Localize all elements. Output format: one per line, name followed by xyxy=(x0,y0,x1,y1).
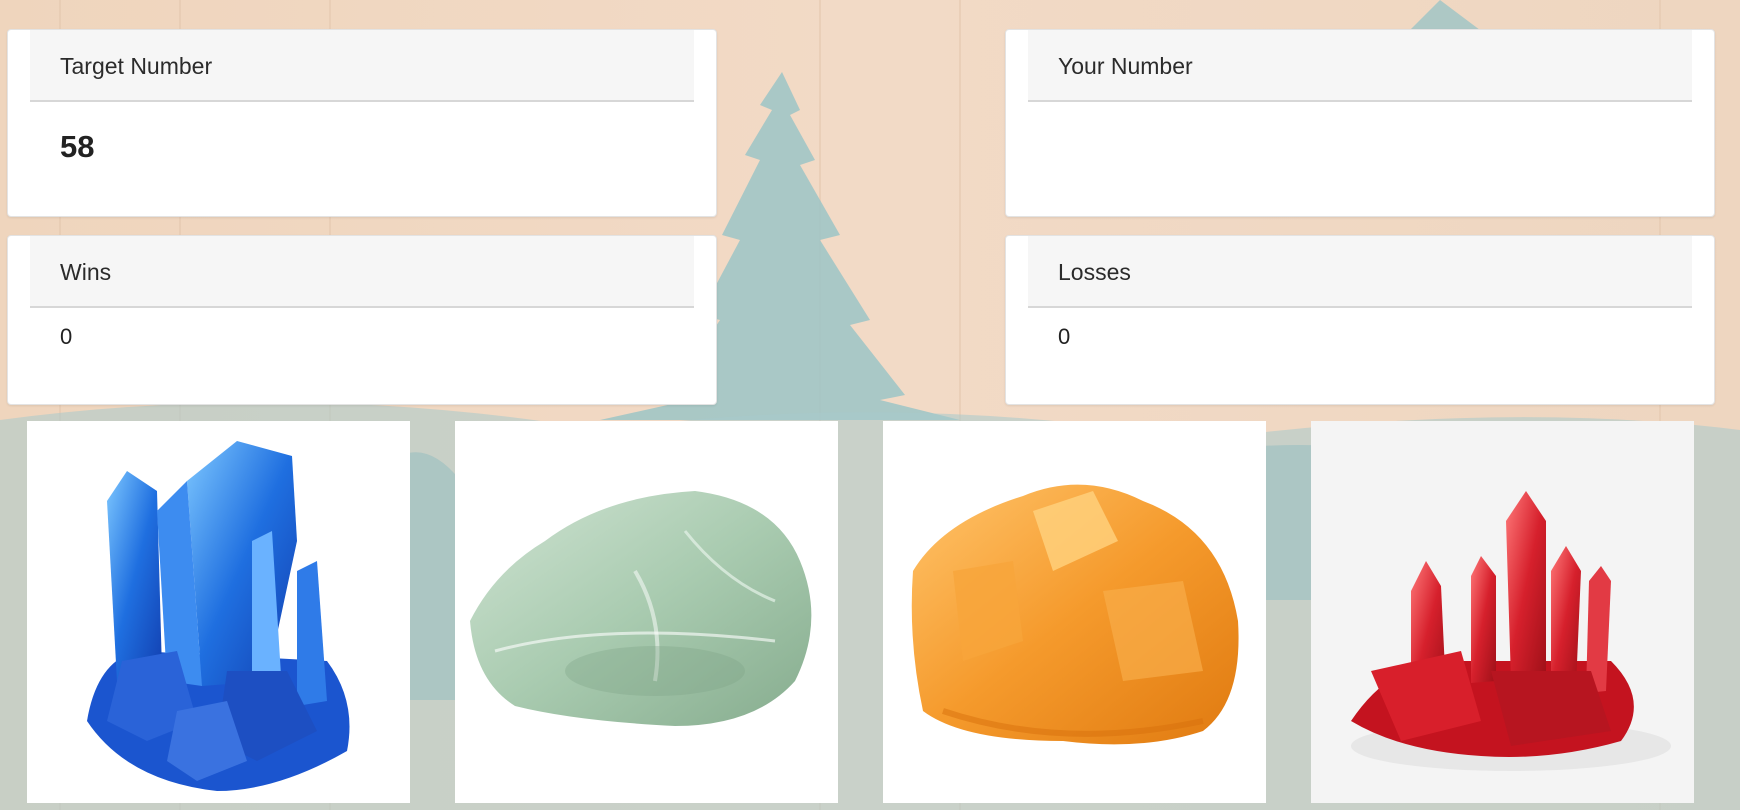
crystal-button-orange[interactable] xyxy=(883,421,1266,803)
crystal-button-red[interactable] xyxy=(1311,421,1694,803)
orange-calcite-stone-icon xyxy=(911,484,1239,745)
losses-card: Losses 0 xyxy=(1005,235,1715,405)
red-crystal-cluster-icon xyxy=(1351,491,1671,771)
crystal-button-green[interactable] xyxy=(455,421,838,803)
losses-header: Losses xyxy=(1028,236,1692,308)
wins-header: Wins xyxy=(30,236,694,308)
target-number-value: 58 xyxy=(60,129,95,164)
your-number-card: Your Number xyxy=(1005,29,1715,217)
losses-value: 0 xyxy=(1058,324,1071,349)
wins-card: Wins 0 xyxy=(7,235,717,405)
green-calcite-stone-icon xyxy=(470,491,812,726)
blue-crystal-cluster-icon xyxy=(87,441,350,791)
crystal-button-blue[interactable] xyxy=(27,421,410,803)
target-number-header: Target Number xyxy=(30,30,694,102)
wins-value: 0 xyxy=(60,324,73,349)
target-number-card: Target Number 58 xyxy=(7,29,717,217)
your-number-header: Your Number xyxy=(1028,30,1692,102)
